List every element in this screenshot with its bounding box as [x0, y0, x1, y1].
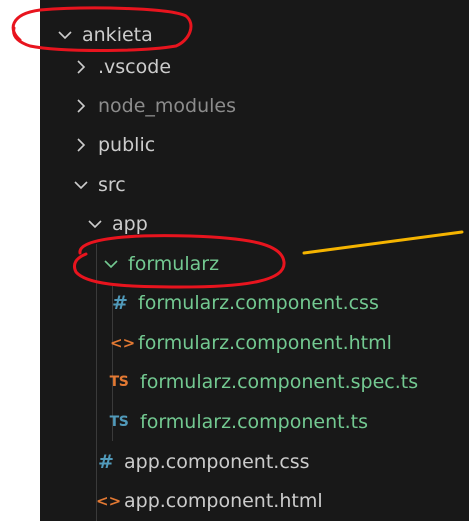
chevron-down-icon — [102, 255, 120, 273]
file-app-component-html[interactable]: <> app.component.html — [96, 481, 323, 521]
folder-src[interactable]: src — [72, 165, 126, 205]
folder-vscode[interactable]: .vscode — [72, 47, 171, 87]
file-formularz-component-spec-ts[interactable]: TS formularz.component.spec.ts — [108, 362, 418, 402]
chevron-right-icon — [72, 58, 90, 76]
folder-label: app — [112, 213, 148, 235]
folder-label: .vscode — [98, 56, 172, 78]
folder-label: public — [98, 134, 156, 156]
typescript-icon: TS — [109, 414, 129, 430]
chevron-down-icon — [86, 215, 104, 233]
folder-public[interactable]: public — [72, 125, 155, 165]
file-app-component-css[interactable]: # app.component.css — [98, 442, 310, 482]
folder-app[interactable]: app — [86, 204, 148, 244]
typescript-spec-icon: TS — [109, 374, 129, 390]
file-formularz-component-css[interactable]: # formularz.component.css — [112, 283, 379, 323]
file-label: formularz.component.spec.ts — [140, 371, 419, 393]
chevron-right-icon — [72, 136, 90, 154]
chevron-down-icon — [72, 176, 90, 194]
folder-node-modules[interactable]: node_modules — [72, 86, 236, 126]
file-label: app.component.html — [124, 490, 323, 512]
folder-label: ankieta — [82, 24, 153, 46]
indent-guide-app — [96, 244, 97, 521]
chevron-down-icon — [56, 26, 74, 44]
file-label: formularz.component.html — [138, 332, 392, 354]
file-label: app.component.css — [124, 451, 310, 473]
file-formularz-component-html[interactable]: <> formularz.component.html — [110, 323, 392, 363]
explorer-panel: ankieta .vscode node_modules public src … — [40, 0, 469, 521]
css-hash-icon: # — [112, 292, 128, 314]
html-brackets-icon: <> — [110, 334, 136, 352]
folder-label: formularz — [128, 253, 220, 275]
css-hash-icon: # — [98, 451, 114, 473]
html-brackets-icon: <> — [96, 492, 122, 510]
folder-label: node_modules — [98, 95, 237, 117]
chevron-right-icon — [72, 97, 90, 115]
folder-formularz[interactable]: formularz — [102, 244, 219, 284]
folder-label: src — [98, 174, 126, 196]
file-label: formularz.component.css — [138, 292, 379, 314]
file-formularz-component-ts[interactable]: TS formularz.component.ts — [108, 402, 368, 442]
file-label: formularz.component.ts — [140, 411, 368, 433]
